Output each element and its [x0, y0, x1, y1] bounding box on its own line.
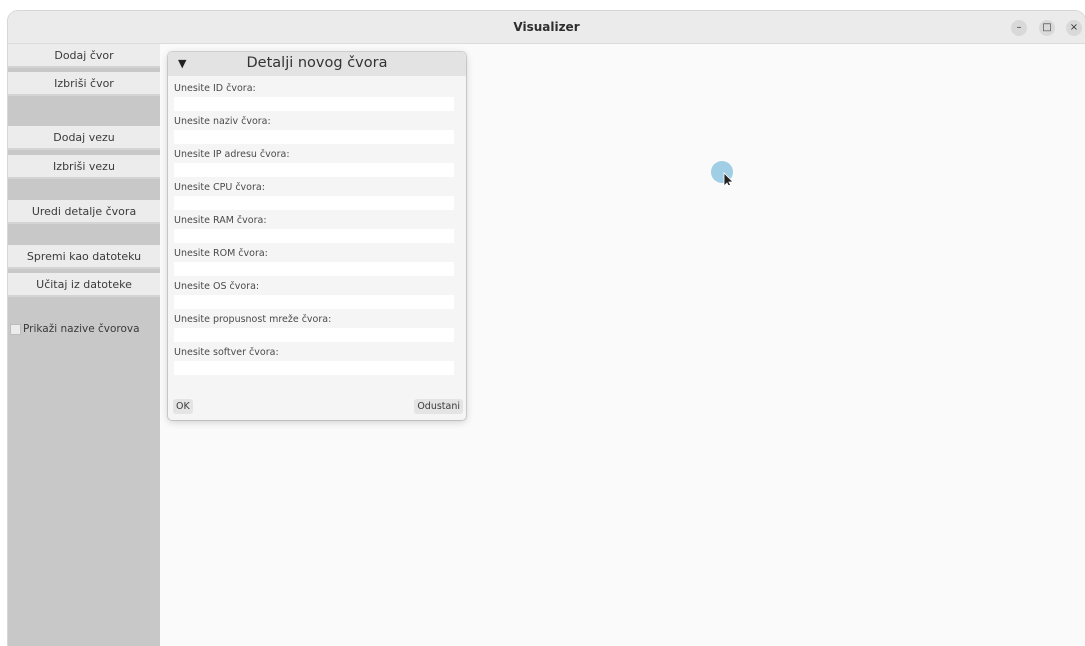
dialog-header[interactable]: ▼ Detalji novog čvora [168, 52, 466, 76]
node-software-label: Unesite softver čvora: [174, 347, 279, 358]
node-cpu-input[interactable] [174, 196, 454, 210]
mouse-pointer-icon [711, 161, 734, 185]
node-ram-label: Unesite RAM čvora: [174, 215, 267, 226]
node-software-input[interactable] [174, 361, 454, 375]
minimize-icon[interactable]: – [1011, 20, 1027, 36]
add-link-button[interactable]: Dodaj vezu [8, 126, 160, 150]
node-name-label: Unesite naziv čvora: [174, 116, 271, 127]
node-id-input[interactable] [174, 97, 454, 111]
node-rom-input[interactable] [174, 262, 454, 276]
save-to-file-button[interactable]: Spremi kao datoteku [8, 245, 160, 269]
ok-button[interactable]: OK [173, 399, 193, 414]
show-node-names-toggle[interactable]: Prikaži nazive čvorova [8, 321, 140, 337]
delete-link-button[interactable]: Izbriši vezu [8, 155, 160, 179]
show-node-names-label: Prikaži nazive čvorova [23, 323, 140, 335]
dialog-title: Detalji novog čvora [246, 55, 388, 71]
close-icon[interactable]: × [1066, 20, 1082, 36]
node-rom-label: Unesite ROM čvora: [174, 248, 268, 259]
delete-node-button[interactable]: Izbriši čvor [8, 72, 160, 96]
node-ram-input[interactable] [174, 229, 454, 243]
app-window: Visualizer – □ × Dodaj čvor Izbriši čvor… [8, 11, 1085, 646]
maximize-icon[interactable]: □ [1039, 20, 1055, 36]
add-node-button[interactable]: Dodaj čvor [8, 44, 160, 68]
node-bandwidth-input[interactable] [174, 328, 454, 342]
load-from-file-button[interactable]: Učitaj iz datoteke [8, 273, 160, 297]
node-bandwidth-label: Unesite propusnost mreže čvora: [174, 314, 332, 325]
node-cpu-label: Unesite CPU čvora: [174, 182, 265, 193]
edit-node-details-button[interactable]: Uredi detalje čvora [8, 200, 160, 224]
new-node-dialog: ▼ Detalji novog čvora Unesite ID čvora: … [168, 52, 466, 420]
cancel-button[interactable]: Odustani [414, 399, 463, 414]
collapse-arrow-icon[interactable]: ▼ [178, 57, 186, 70]
sidebar: Dodaj čvor Izbriši čvor Dodaj vezu Izbri… [8, 44, 160, 646]
title-bar[interactable]: Visualizer – □ × [8, 11, 1085, 44]
window-title: Visualizer [513, 20, 580, 34]
node-os-input[interactable] [174, 295, 454, 309]
node-ip-label: Unesite IP adresu čvora: [174, 149, 290, 160]
node-ip-input[interactable] [174, 163, 454, 177]
node-name-input[interactable] [174, 130, 454, 144]
node-id-label: Unesite ID čvora: [174, 83, 256, 94]
show-node-names-checkbox[interactable] [10, 323, 21, 335]
node-os-label: Unesite OS čvora: [174, 281, 260, 292]
